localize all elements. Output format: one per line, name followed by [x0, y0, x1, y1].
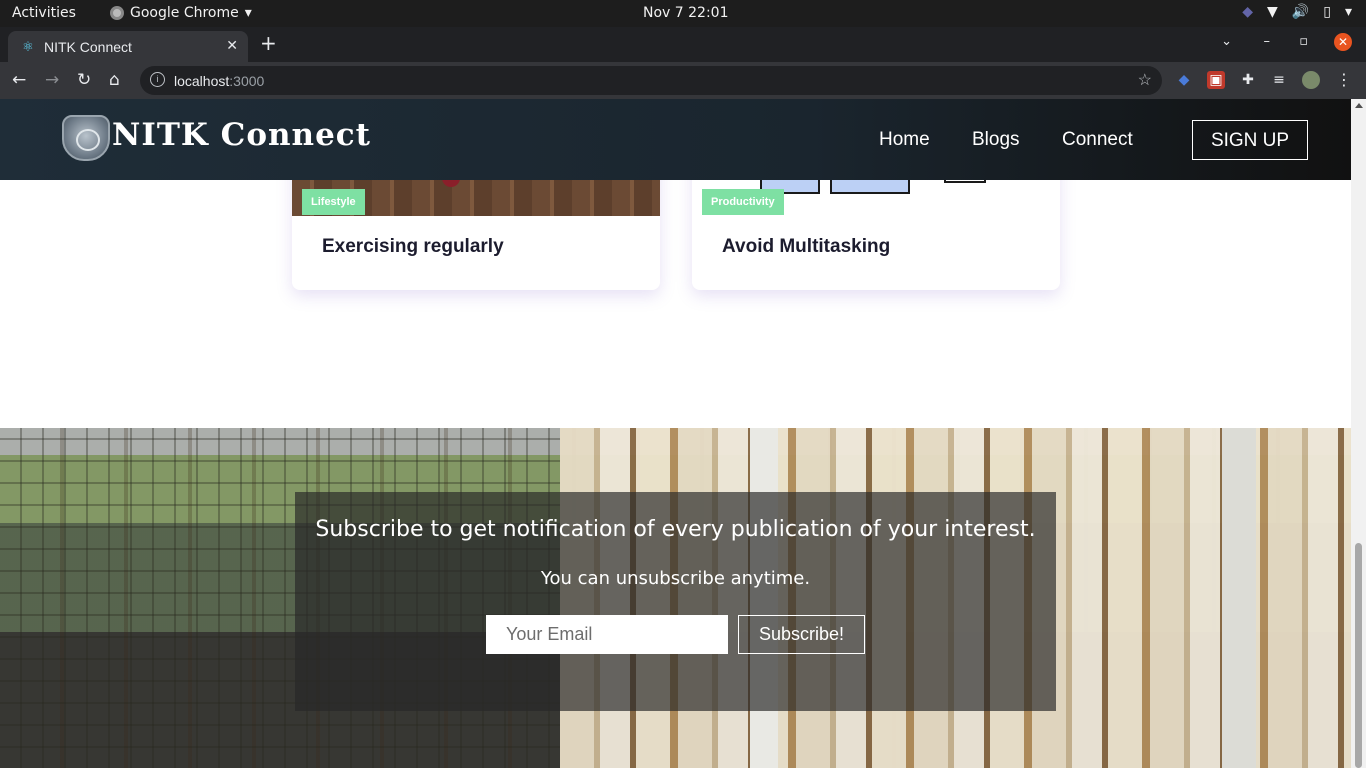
home-button[interactable]: ⌂ [109, 70, 120, 90]
minimize-button[interactable]: – [1264, 34, 1271, 49]
extension-gem-icon[interactable]: ◆ [1175, 71, 1193, 89]
address-bar[interactable]: i localhost:3000 ☆ [140, 66, 1162, 95]
sign-up-button[interactable]: SIGN UP [1192, 120, 1308, 160]
tab-strip: ⚛ NITK Connect ✕ + ⌄ – ▫ ✕ [0, 27, 1366, 62]
email-input[interactable] [486, 615, 728, 654]
tab-title: NITK Connect [44, 39, 132, 55]
nav-link-home[interactable]: Home [879, 129, 930, 151]
teams-icon[interactable]: ◆ [1242, 4, 1253, 20]
battery-icon: ▯ [1323, 4, 1331, 20]
nav-link-blogs[interactable]: Blogs [972, 129, 1020, 151]
extension-red-icon[interactable]: ▣ [1207, 71, 1225, 89]
new-tab-button[interactable]: + [260, 33, 277, 53]
window-close-button[interactable]: ✕ [1334, 33, 1352, 51]
category-tag[interactable]: Lifestyle [302, 189, 365, 215]
reading-list-icon[interactable]: ≡ [1270, 71, 1288, 89]
page-scrollbar[interactable] [1351, 99, 1366, 768]
restore-button[interactable]: ▫ [1299, 34, 1308, 49]
blog-card-title[interactable]: Exercising regularly [322, 236, 504, 258]
app-menu[interactable]: Google Chrome ▾ [110, 5, 252, 21]
reload-button[interactable]: ↻ [77, 70, 91, 90]
site-navbar: NITK Connect Home Blogs Connect SIGN UP [0, 99, 1351, 180]
clock[interactable]: Nov 7 22:01 [643, 5, 728, 21]
subscribe-section: Subscribe to get notification of every p… [0, 428, 1351, 768]
background-shelf-post [1222, 428, 1256, 768]
caret-down-icon: ▾ [244, 5, 252, 21]
back-button[interactable]: ← [12, 70, 26, 90]
subscribe-button[interactable]: Subscribe! [738, 615, 865, 654]
tab-close-icon[interactable]: ✕ [226, 37, 238, 54]
wifi-icon: ▼ [1267, 4, 1278, 20]
extensions-puzzle-icon[interactable]: ✚ [1239, 71, 1257, 89]
forward-button[interactable]: → [45, 70, 59, 90]
system-menu-caret-icon[interactable]: ▾ [1345, 4, 1352, 20]
category-tag[interactable]: Productivity [702, 189, 784, 215]
page-viewport: Lifestyle Exercising regularly Productiv… [0, 99, 1351, 768]
system-top-bar: Activities Google Chrome ▾ Nov 7 22:01 ◆… [0, 0, 1366, 27]
unsubscribe-note: You can unsubscribe anytime. [540, 568, 811, 589]
url-host: localhost [174, 73, 230, 89]
subscribe-heading: Subscribe to get notification of every p… [315, 517, 1036, 542]
tab-nitk-connect[interactable]: ⚛ NITK Connect ✕ [8, 31, 248, 62]
site-brand[interactable]: NITK Connect [112, 117, 371, 153]
nav-link-connect[interactable]: Connect [1062, 129, 1133, 151]
app-name-label: Google Chrome [130, 5, 239, 21]
react-favicon-icon: ⚛ [22, 39, 34, 54]
browser-toolbar: ← → ↻ ⌂ i localhost:3000 ☆ ◆ ▣ ✚ ≡ ⋮ [0, 62, 1366, 99]
url-text[interactable]: localhost:3000 [174, 73, 264, 89]
volume-icon: 🔊 [1291, 4, 1310, 20]
profile-avatar[interactable] [1302, 71, 1320, 89]
scroll-up-arrow-icon[interactable] [1355, 103, 1363, 108]
chrome-icon [110, 6, 124, 20]
nitk-emblem-logo[interactable] [62, 115, 110, 161]
subscribe-panel: Subscribe to get notification of every p… [295, 492, 1056, 711]
bookmark-star-icon[interactable]: ☆ [1138, 70, 1152, 90]
system-tray[interactable]: ◆ ▼ 🔊 ▯ ▾ [1242, 4, 1352, 20]
activities-button[interactable]: Activities [12, 5, 76, 21]
scrollbar-thumb[interactable] [1355, 543, 1362, 768]
chrome-menu-icon[interactable]: ⋮ [1336, 70, 1352, 89]
site-info-icon[interactable]: i [150, 72, 165, 87]
tab-search-icon[interactable]: ⌄ [1221, 34, 1232, 49]
url-port: :3000 [229, 73, 265, 89]
blog-card-title[interactable]: Avoid Multitasking [722, 236, 890, 258]
